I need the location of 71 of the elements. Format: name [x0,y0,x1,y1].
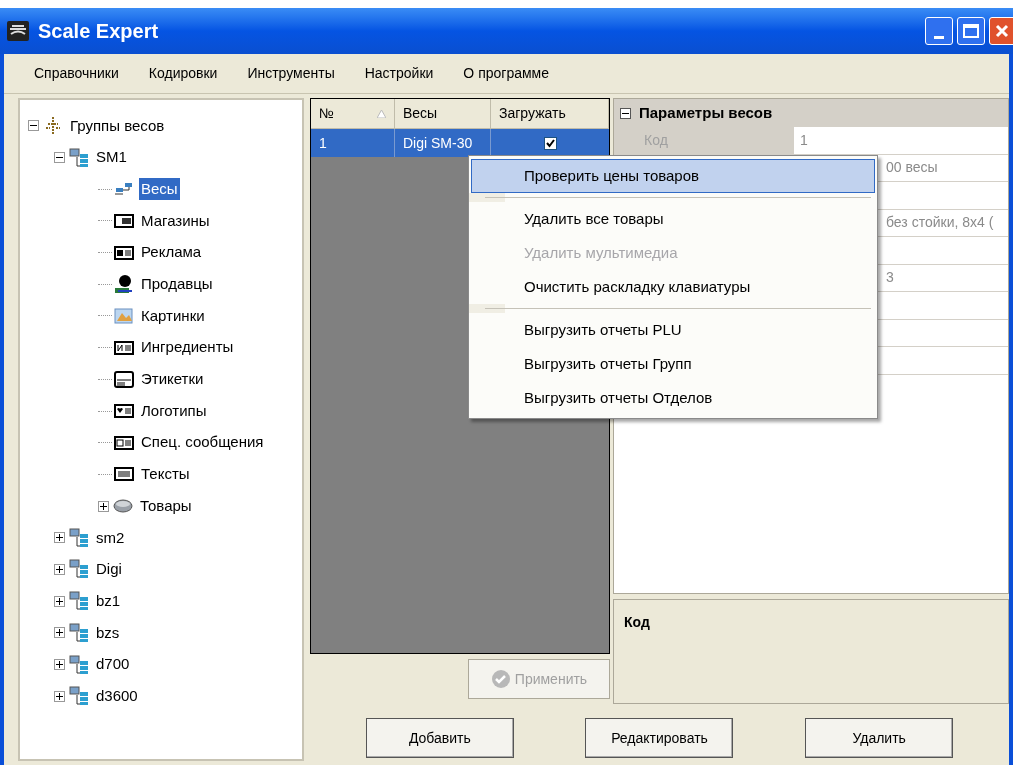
property-value: без стойки, 8x4 ( [886,213,994,233]
grid-cell: 1 [311,129,395,157]
description-title: Код [624,614,650,630]
expand-toggle[interactable] [54,690,65,702]
action-button[interactable]: Добавить [365,718,514,758]
label-printer-icon [114,369,134,390]
tree-item[interactable]: Логотипы [139,399,209,423]
window-title: Scale Expert [38,19,159,44]
tree-item[interactable]: Магазины [139,209,212,233]
property-category[interactable]: Параметры весов [614,99,1008,127]
menu-item[interactable]: Кодировки [148,63,218,84]
collapse-toggle[interactable] [54,152,65,164]
minimize-button[interactable] [925,17,953,45]
expand-toggle[interactable] [98,500,109,512]
context-menu-item[interactable]: Проверить цены товаров [471,159,875,193]
computer-icon [69,686,89,707]
computer-icon [69,591,89,612]
computer-icon [69,559,89,580]
action-button[interactable]: Редактировать [585,718,734,758]
menu-item[interactable]: О программе [463,63,549,84]
collapse-toggle[interactable] [28,120,39,132]
context-menu-item[interactable]: Выгрузить отчеты PLU [471,313,875,347]
tree-item[interactable]: Этикетки [139,368,206,391]
tree-item[interactable]: Продавцы [139,273,215,296]
tree-item[interactable]: d700 [94,653,132,676]
tree-item[interactable]: Товары [138,494,194,518]
close-button[interactable] [989,17,1013,45]
grid-row[interactable]: 1 Digi SM-30 [311,129,609,157]
person-silhouette-icon [114,274,134,295]
expand-toggle[interactable] [54,595,65,607]
context-menu-item[interactable]: Удалить все товары [471,202,875,236]
tree-item[interactable]: bz1 [94,589,123,613]
context-menu-item[interactable]: Выгрузить отчеты Отделов [471,381,875,415]
expand-toggle[interactable] [54,563,65,575]
computer-icon [69,654,89,675]
tree-item[interactable]: d3600 [94,684,140,708]
maximize-button[interactable] [957,17,985,45]
tree-root-icon [43,115,63,136]
menu-item[interactable]: Настройки [364,63,434,84]
tree-item[interactable]: bzs [94,621,122,645]
context-menu-item[interactable]: Очистить раскладку клавиатуры [471,270,875,304]
tree-item[interactable]: Тексты [139,463,192,486]
tree-item[interactable]: SM1 [94,146,129,169]
app-icon [6,20,30,42]
computer-icon [69,147,89,168]
close-icon [995,24,1009,38]
expand-toggle[interactable] [54,532,65,544]
menu-item[interactable]: Инструменты [247,63,335,84]
tree-item[interactable]: Digi [94,558,124,581]
sort-arrow-icon [377,109,386,118]
property-value: 00 весы [886,158,938,178]
check-circle-icon [490,669,511,689]
expand-toggle[interactable] [54,627,65,639]
action-button[interactable]: Удалить [805,718,954,758]
computer-icon [69,622,89,643]
property-value: 3 [886,268,894,288]
context-menu-item[interactable]: Выгрузить отчеты Групп [471,347,875,381]
tree-item[interactable]: Весы [139,177,180,201]
picture-icon [114,305,134,326]
property-value: 1 [800,130,808,150]
expand-toggle[interactable] [54,659,65,671]
menu-item[interactable]: Справочники [34,63,119,84]
collapse-icon [620,107,631,119]
tree-item[interactable]: sm2 [94,526,127,550]
tree-item[interactable]: Спец. сообщения [139,431,266,454]
computer-icon [69,527,89,548]
tree-item[interactable]: Реклама [139,241,204,264]
tree-item[interactable]: Картинки [139,304,207,328]
tree-item[interactable]: Ингредиенты [139,336,236,359]
tree-item[interactable]: Группы весов [68,114,167,138]
checkbox[interactable] [543,136,557,150]
